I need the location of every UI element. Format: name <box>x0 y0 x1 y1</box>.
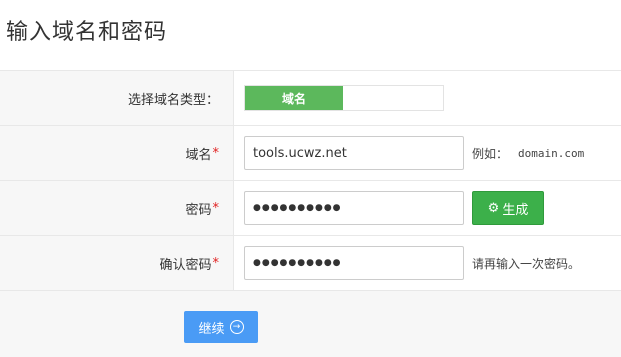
confirm-password-label-text: 确认密码 <box>159 257 212 273</box>
required-mark: * <box>212 145 220 161</box>
domain-hint-prefix: 例如： <box>472 146 509 161</box>
arrow-right-circle-icon: → <box>229 320 244 334</box>
password-label-text: 密码 <box>185 202 212 218</box>
confirm-password-field: 请再输入一次密码。 <box>234 236 621 290</box>
domain-field: 例如： domain.com <box>234 126 621 180</box>
password-row: 密码 * ⚙ 生成 <box>0 181 621 236</box>
password-input[interactable] <box>244 191 464 225</box>
domain-hint-example: domain.com <box>518 146 585 160</box>
domain-type-field: 域名 <box>234 71 621 125</box>
continue-button[interactable]: 继续 → <box>184 311 258 343</box>
continue-label: 继续 <box>198 321 225 337</box>
password-label: 密码 * <box>0 181 234 235</box>
required-mark: * <box>212 255 220 271</box>
domain-type-row: 选择域名类型： 域名 <box>0 71 621 126</box>
domain-type-label-text: 选择域名类型： <box>127 92 219 108</box>
confirm-password-label: 确认密码 * <box>0 236 234 290</box>
page-title: 输入域名和密码 <box>6 20 168 45</box>
domain-type-option-domain[interactable]: 域名 <box>245 86 343 110</box>
required-mark: * <box>212 200 220 216</box>
domain-type-option-empty[interactable] <box>343 86 443 110</box>
domain-type-label: 选择域名类型： <box>0 71 234 125</box>
domain-row: 域名 * 例如： domain.com <box>0 126 621 181</box>
gear-icon: ⚙ <box>487 200 500 216</box>
domain-label-text: 域名 <box>185 147 212 163</box>
generate-password-button[interactable]: ⚙ 生成 <box>472 191 544 225</box>
confirm-password-hint: 请再输入一次密码。 <box>472 256 581 271</box>
confirm-password-input[interactable] <box>244 246 464 280</box>
domain-password-form: 选择域名类型： 域名 域名 * 例如： domain.com 密码 * ⚙ <box>0 70 621 291</box>
form-footer: 继续 → <box>0 291 621 357</box>
password-field: ⚙ 生成 <box>234 181 621 235</box>
domain-input[interactable] <box>244 136 464 170</box>
domain-type-switch[interactable]: 域名 <box>244 85 444 111</box>
confirm-password-row: 确认密码 * 请再输入一次密码。 <box>0 236 621 291</box>
domain-label: 域名 * <box>0 126 234 180</box>
generate-password-label: 生成 <box>502 202 529 218</box>
